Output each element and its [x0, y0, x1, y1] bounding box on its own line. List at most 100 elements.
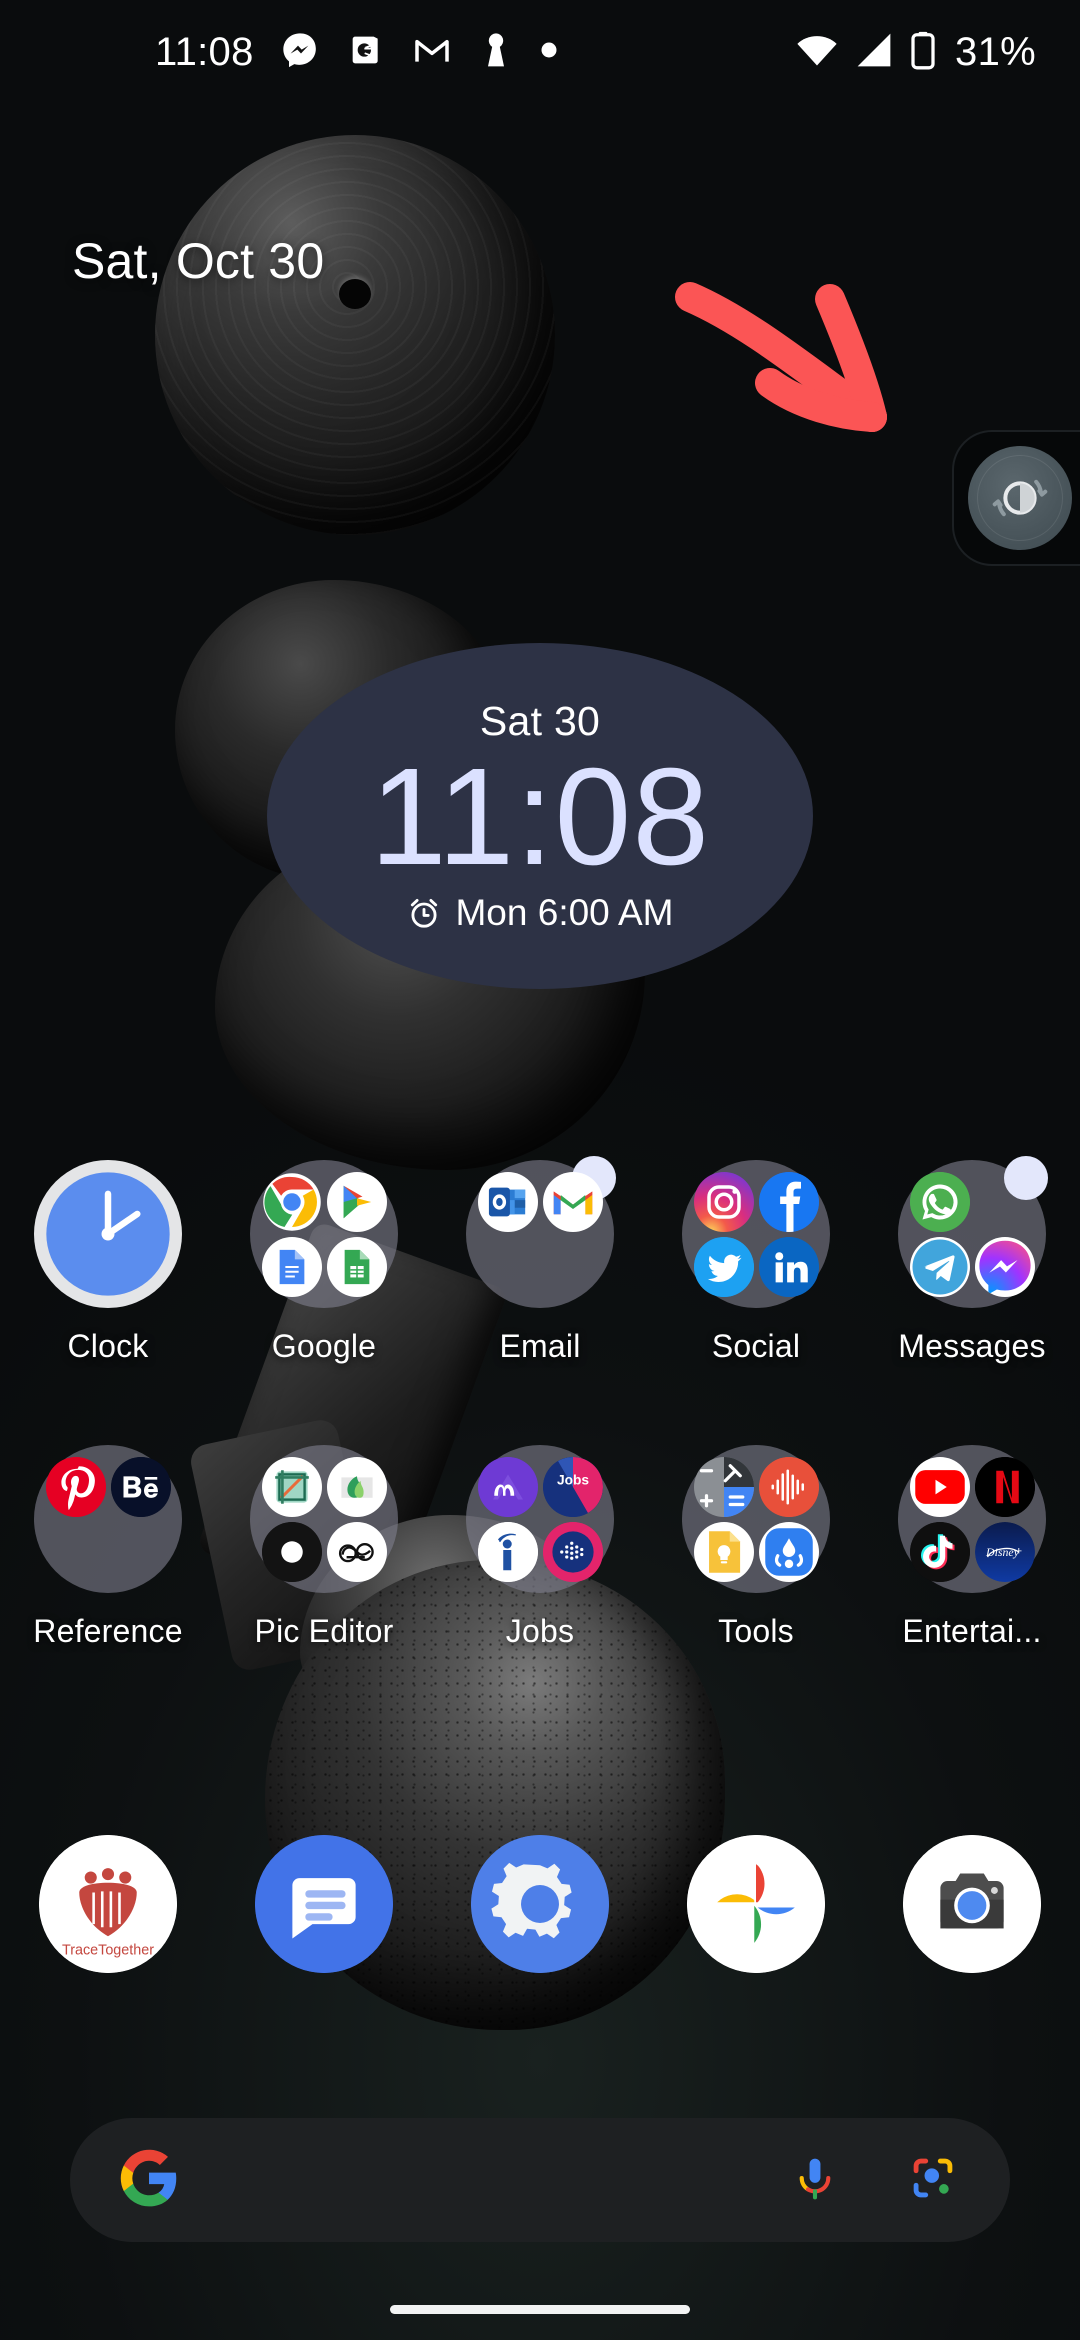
clock-widget[interactable]: Sat 30 11:08 Mon 6:00 AM — [267, 643, 813, 989]
app-row-2: Reference Pic Editor Jobs Jobs Tools Dis… — [0, 1445, 1080, 1650]
messages-icon[interactable] — [255, 1835, 393, 1973]
alarm-clock-icon — [411, 898, 438, 928]
clock-widget-date: Sat 30 — [479, 698, 601, 745]
outlook-icon — [477, 1171, 538, 1232]
folder-email[interactable] — [466, 1156, 616, 1308]
messenger-icon — [974, 1236, 1035, 1297]
indeed-icon — [477, 1521, 538, 1582]
settings-gear-icon[interactable] — [471, 1835, 609, 1973]
dock-item-google-photos[interactable] — [648, 1835, 864, 1973]
blank-icon — [543, 1237, 603, 1297]
app-cell-messages-folder[interactable]: Messages — [864, 1156, 1080, 1365]
app-cell-entertainment-folder[interactable]: Disney + Entertai... — [864, 1445, 1080, 1650]
files-share-icon — [758, 1521, 819, 1582]
home-gesture-pill[interactable] — [390, 2305, 690, 2314]
folder-jobs[interactable]: Jobs — [466, 1445, 614, 1593]
dock-item-tracetogether[interactable]: TraceTogether — [0, 1835, 216, 1973]
folder-reference[interactable] — [34, 1445, 182, 1593]
telegram-icon — [909, 1236, 970, 1297]
app-label: Entertai... — [902, 1613, 1042, 1649]
messenger-icon — [280, 30, 320, 75]
google-search-bar[interactable] — [70, 2118, 1010, 2242]
app-cell-email-folder[interactable]: Email — [432, 1156, 648, 1365]
home-date[interactable]: Sat, Oct 30 — [72, 232, 324, 290]
jobstreet-icon — [542, 1521, 603, 1582]
folder-google[interactable] — [250, 1160, 398, 1308]
home-screen: 11:08 31% Sat, Oct 30 Sat 30 11:08 Mon 6… — [0, 0, 1080, 2340]
camera-icon[interactable] — [903, 1835, 1041, 1973]
photo-crop-icon — [261, 1456, 322, 1517]
folder-tools[interactable] — [682, 1445, 830, 1593]
netflix-icon — [974, 1456, 1035, 1517]
clock-widget-alarm-text: Mon 6:00 AM — [455, 891, 674, 933]
dock-item-camera[interactable] — [864, 1835, 1080, 1973]
app-cell-clock[interactable]: Clock — [0, 1160, 216, 1365]
twitter-icon — [693, 1236, 754, 1297]
wifi-icon — [795, 30, 839, 75]
app-cell-social-folder[interactable]: Social — [648, 1160, 864, 1365]
app-cell-reference-folder[interactable]: Reference — [0, 1445, 216, 1650]
app-label: Pic Editor — [254, 1613, 394, 1649]
app-row-1: Clock Google Email Social Messages — [0, 1156, 1080, 1365]
dock-item-messages[interactable] — [216, 1835, 432, 1973]
instagram-icon — [693, 1171, 754, 1232]
app-label: Tools — [718, 1613, 794, 1649]
blank-icon — [111, 1522, 171, 1582]
jobs-icon: Jobs — [542, 1456, 603, 1517]
battery-percentage: 31% — [955, 29, 1036, 74]
app-cell-tools-folder[interactable]: Tools — [648, 1445, 864, 1650]
microphone-icon[interactable] — [786, 2149, 844, 2212]
google-keep-icon — [693, 1521, 754, 1582]
facebook-icon — [758, 1171, 819, 1232]
dark-theme-toggle-widget[interactable] — [952, 430, 1080, 566]
svg-text:Jobs: Jobs — [556, 1472, 588, 1487]
contrast-icon — [992, 479, 1048, 517]
app-grid: Clock Google Email Social Messages Refer… — [0, 1156, 1080, 1650]
disney-plus-icon: Disney + — [974, 1521, 1035, 1582]
app-label: Email — [499, 1328, 581, 1364]
dock-item-settings[interactable] — [432, 1835, 648, 1973]
calculator-icon — [693, 1456, 754, 1517]
sketch-white-icon — [326, 1521, 387, 1582]
chrome-icon — [262, 1172, 322, 1232]
clock-widget-alarm[interactable]: Mon 6:00 AM — [406, 891, 674, 934]
tracetogether-icon[interactable]: TraceTogether — [39, 1835, 177, 1973]
folder-messages[interactable] — [898, 1156, 1048, 1308]
google-photos-icon[interactable] — [687, 1835, 825, 1973]
search-input[interactable] — [180, 2158, 786, 2202]
clock-app-icon[interactable] — [34, 1160, 182, 1308]
app-label: Google — [271, 1328, 377, 1364]
folder-entertainment[interactable]: Disney + — [898, 1445, 1046, 1593]
tiktok-icon — [909, 1521, 970, 1582]
snapseed-icon — [326, 1456, 387, 1517]
status-bar[interactable]: 11:08 31% — [0, 0, 1080, 104]
lightroom-black-icon — [261, 1521, 322, 1582]
app-cell-google-folder[interactable]: Google — [216, 1160, 432, 1365]
linkedin-icon — [758, 1236, 819, 1297]
cellular-signal-icon — [853, 30, 895, 75]
dock: TraceTogether — [0, 1835, 1080, 1973]
svg-text:+: + — [1015, 1545, 1022, 1557]
app-label: Reference — [33, 1613, 183, 1649]
monster-icon — [477, 1456, 538, 1517]
dark-theme-toggle-knob[interactable] — [968, 446, 1072, 550]
camera-notification-icon — [346, 30, 386, 75]
battery-icon — [909, 30, 937, 75]
app-label: Clock — [67, 1328, 149, 1364]
gmail-icon — [542, 1171, 603, 1232]
blank-icon — [975, 1172, 1035, 1232]
google-g-icon — [118, 2147, 180, 2214]
google-lens-icon[interactable] — [904, 2149, 962, 2212]
app-cell-jobs-folder[interactable]: Jobs Jobs — [432, 1445, 648, 1650]
app-label: Jobs — [505, 1613, 575, 1649]
pinterest-icon — [45, 1456, 106, 1517]
play-store-icon — [326, 1171, 387, 1232]
status-bar-clock: 11:08 — [155, 29, 254, 74]
blank-icon — [478, 1237, 538, 1297]
folder-pic-editor[interactable] — [250, 1445, 398, 1593]
app-cell-pic-editor-folder[interactable]: Pic Editor — [216, 1445, 432, 1650]
clock-widget-time: 11:08 — [369, 740, 711, 895]
whatsapp-icon — [909, 1171, 970, 1232]
folder-social[interactable] — [682, 1160, 830, 1308]
youtube-icon — [909, 1456, 970, 1517]
